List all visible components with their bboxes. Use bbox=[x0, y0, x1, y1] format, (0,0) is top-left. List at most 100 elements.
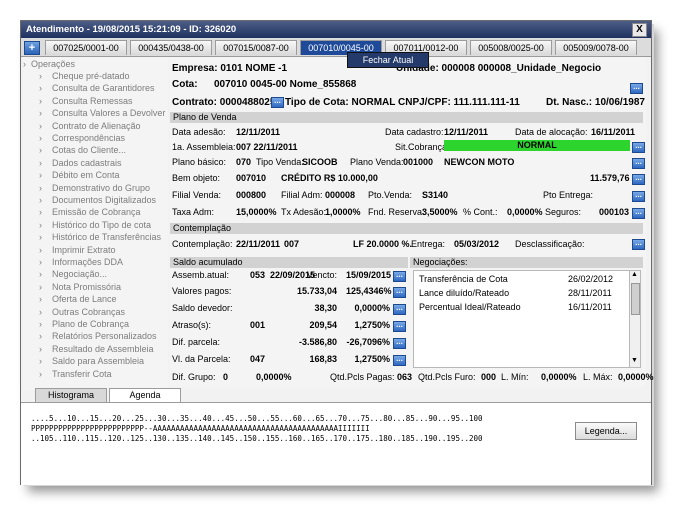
negociacao-date: 28/11/2011 bbox=[568, 288, 612, 298]
saldo-row-more-button[interactable]: ... bbox=[393, 304, 406, 315]
sit-cobranca-label: Sit.Cobrança: bbox=[395, 142, 450, 152]
qtd-furo-value: 000 bbox=[481, 372, 497, 382]
menu-item-label: Negociação... bbox=[52, 269, 108, 280]
contemplacao-more-button[interactable]: ... bbox=[632, 239, 645, 250]
cota-tab-row: + 007025/0001-00 000435/0438-00 007015/0… bbox=[21, 38, 651, 57]
lmax-value: 0,0000% bbox=[618, 372, 654, 382]
menu-item-label: Outras Cobranças bbox=[52, 306, 126, 317]
contemplacao-header: Contemplação bbox=[170, 223, 643, 234]
nascimento-text: Dt. Nasc.: 10/06/1987 bbox=[546, 97, 645, 108]
negociacao-date: 26/02/2012 bbox=[568, 274, 614, 284]
chevron-right-icon: › bbox=[39, 182, 42, 193]
saldo-row-more-button[interactable]: ... bbox=[393, 321, 406, 332]
chevron-right-icon: › bbox=[39, 145, 42, 156]
chevron-right-icon: › bbox=[39, 331, 42, 342]
tab-agenda[interactable]: Agenda bbox=[109, 388, 181, 402]
menu-item-label: Saldo para Assembleia bbox=[52, 356, 145, 367]
menu-item-label: Cotas do Cliente... bbox=[52, 145, 127, 156]
scroll-down-icon[interactable]: ▼ bbox=[631, 357, 638, 364]
histogram-scale-top: ....5...10...15...20...25...30...35...40… bbox=[31, 414, 483, 423]
menu-item-label: Resultado de Assembleia bbox=[52, 343, 154, 354]
legenda-button[interactable]: Legenda... bbox=[575, 422, 637, 440]
seguros-more-button[interactable]: ... bbox=[632, 208, 645, 219]
fnd-reserva-label: Fnd. Reserva: bbox=[368, 207, 425, 217]
saldo-row-c: Vencto: bbox=[307, 270, 338, 280]
cota-more-button[interactable]: ... bbox=[630, 83, 643, 94]
saldo-row-label: Valores pagos: bbox=[172, 286, 232, 296]
chevron-right-icon: › bbox=[39, 368, 42, 379]
tab-cota[interactable]: 007015/0087-00 bbox=[215, 40, 297, 55]
data-cadastro-value: 12/11/2011 bbox=[444, 127, 489, 137]
close-button[interactable]: X bbox=[632, 23, 647, 37]
title-bar[interactable]: Atendimento - 19/08/2015 15:21:09 - ID: … bbox=[21, 21, 651, 38]
chevron-right-icon: › bbox=[39, 219, 42, 230]
bem-more-button[interactable]: ... bbox=[632, 174, 645, 185]
pct-cont-value: 0,0000% bbox=[507, 207, 543, 217]
histogram-panel: ....5...10...15...20...25...30...35...40… bbox=[21, 402, 651, 485]
status-badge: NORMAL bbox=[444, 140, 630, 151]
menu-item-label: Consulta Remessas bbox=[52, 95, 133, 106]
menu-item-label: Documentos Digitalizados bbox=[52, 195, 157, 205]
lmin-value: 0,0000% bbox=[541, 372, 577, 382]
saldo-row-d: 1,2750% bbox=[354, 354, 390, 364]
fechar-atual-menu-item[interactable]: Fechar Atual bbox=[347, 52, 429, 68]
chevron-right-icon: › bbox=[39, 232, 42, 243]
saldo-row-more-button[interactable]: ... bbox=[393, 271, 406, 282]
chevron-right-icon: › bbox=[39, 269, 42, 280]
operations-menu: › Operações › Cheque pré-datado › Consulta … bbox=[23, 57, 168, 390]
chevron-right-icon: › bbox=[39, 207, 42, 218]
negociacoes-list[interactable]: Transferência de Cota 26/02/2012 Lance dil… bbox=[413, 270, 641, 368]
chevron-right-icon: › bbox=[39, 170, 42, 181]
tipo-venda-value: SICOOB bbox=[302, 157, 338, 167]
negociacoes-header: Negociações: bbox=[410, 257, 643, 268]
bem-objeto-value: 007010 bbox=[236, 173, 267, 183]
menu-item-label: Plano de Cobrança bbox=[52, 319, 130, 329]
saldo-row-more-button[interactable]: ... bbox=[393, 355, 406, 366]
chevron-right-icon: › bbox=[39, 133, 42, 143]
plano-venda-header: Plano de Venda bbox=[170, 112, 643, 123]
qtd-pagas-label: Qtd.Pcls Pagas: bbox=[330, 372, 395, 382]
cnpj-text: CNPJ/CPF: 111.111.111-11 bbox=[398, 97, 520, 108]
pto-venda-value: S3140 bbox=[422, 190, 449, 200]
dif-grupo-b: 0,0000% bbox=[256, 372, 292, 382]
menu-item-label: Histórico do Tipo de cota bbox=[52, 219, 152, 230]
tab-cota[interactable]: 005008/0025-00 bbox=[470, 40, 552, 55]
menu-item-label: Histórico de Transferências bbox=[52, 232, 162, 243]
dif-grupo-a: 0 bbox=[223, 372, 229, 382]
plano-more-button[interactable]: ... bbox=[632, 158, 645, 169]
tab-histograma[interactable]: Histograma bbox=[35, 388, 107, 402]
sit-cobranca-more-button[interactable]: ... bbox=[632, 142, 645, 153]
tab-cota[interactable]: 007025/0001-00 bbox=[45, 40, 127, 55]
chevron-right-icon: › bbox=[39, 257, 42, 267]
saldo-row-d: 1,2750% bbox=[354, 320, 390, 330]
saldo-row-more-button[interactable]: ... bbox=[393, 338, 406, 349]
cota-value: 007010 0045-00 Nome_855868 bbox=[214, 79, 357, 90]
scroll-up-icon[interactable]: ▲ bbox=[631, 271, 638, 278]
tx-adesao-label: Tx Adesão: bbox=[281, 207, 327, 217]
menu-item-label: Cheque pré-datado bbox=[52, 71, 130, 81]
add-tab-button[interactable]: + bbox=[24, 41, 40, 55]
chevron-right-icon: › bbox=[39, 343, 42, 354]
bem-objeto-desc: CRÉDITO R$ 10.000,00 bbox=[281, 173, 378, 183]
saldo-row-label: Atraso(s): bbox=[172, 320, 212, 330]
qtd-pagas-value: 063 bbox=[397, 372, 413, 382]
saldo-row-c: 209,54 bbox=[309, 320, 337, 330]
scroll-thumb[interactable] bbox=[631, 283, 640, 315]
assembleia-label: 1a. Assembleia: bbox=[172, 142, 236, 152]
pto-entrega-more-button[interactable]: ... bbox=[632, 191, 645, 202]
menu-item-label: Demonstrativo do Grupo bbox=[52, 182, 151, 193]
saldo-row-c: 15.733,04 bbox=[296, 286, 337, 296]
menu-item-label: Débito em Conta bbox=[52, 170, 120, 181]
saldo-row-more-button[interactable]: ... bbox=[393, 287, 406, 298]
contrato-more-button[interactable]: ... bbox=[271, 97, 284, 108]
saldo-row-d: 125,4346% bbox=[346, 286, 392, 296]
chevron-down-icon: › bbox=[23, 59, 26, 69]
tab-cota[interactable]: 005009/0078-00 bbox=[555, 40, 637, 55]
negociacoes-scrollbar[interactable]: ▲ ▼ bbox=[629, 271, 640, 367]
saldo-row-a: 053 bbox=[250, 270, 266, 280]
tipo-venda-label: Tipo Venda: bbox=[256, 157, 304, 167]
menu-item-label: Consulta Valores a Devolver bbox=[52, 108, 166, 119]
taxa-adm-label: Taxa Adm: bbox=[172, 207, 215, 217]
tab-cota[interactable]: 000435/0438-00 bbox=[130, 40, 212, 55]
lmax-label: L. Máx: bbox=[583, 372, 613, 382]
